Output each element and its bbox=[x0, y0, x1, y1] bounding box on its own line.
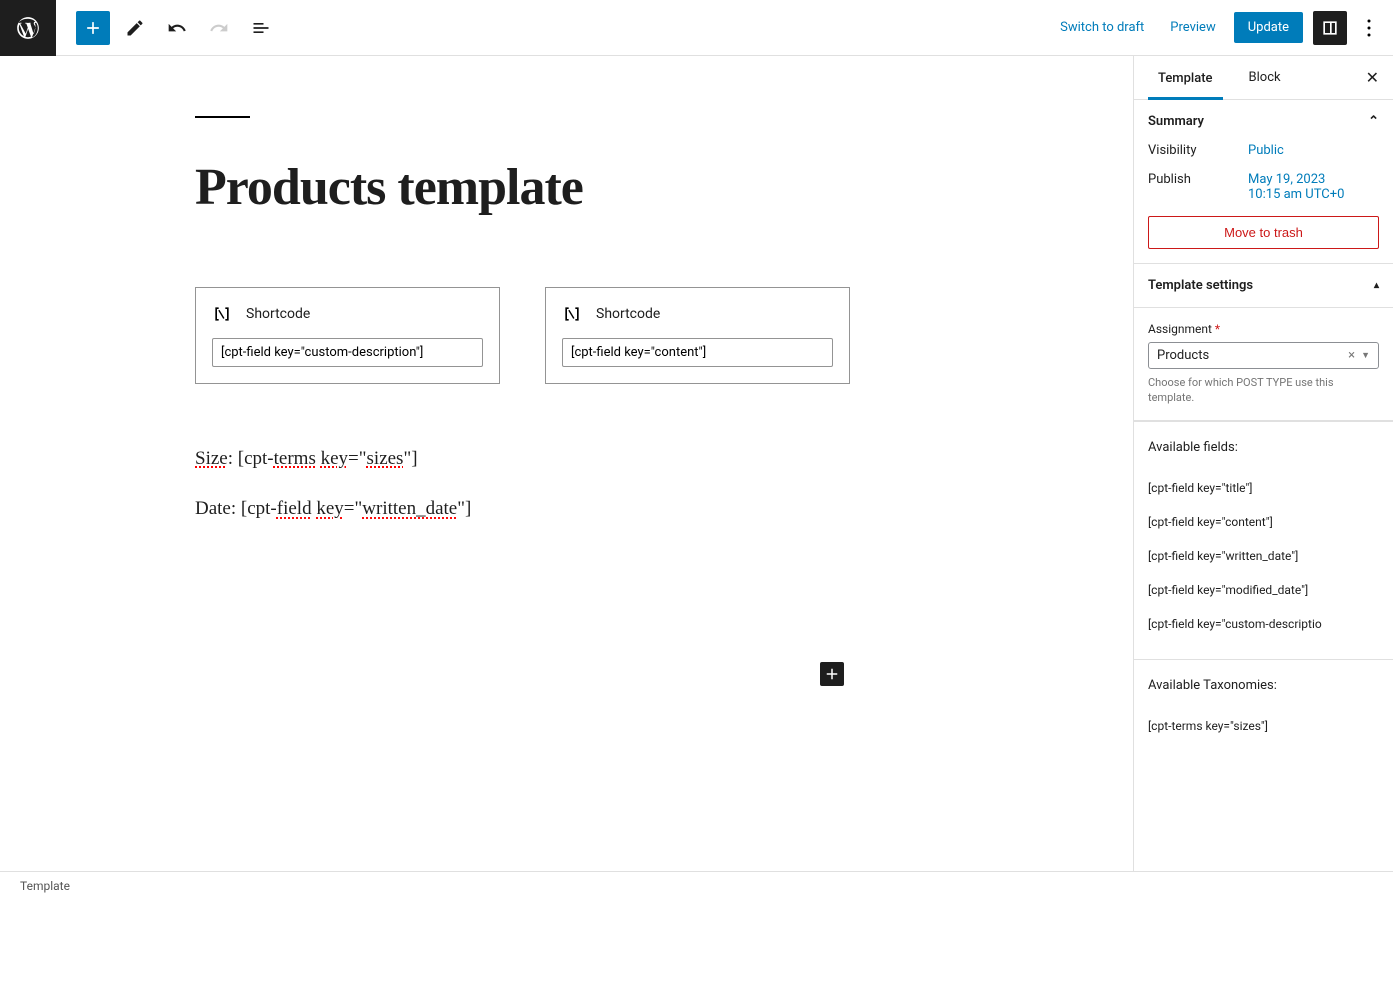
chevron-down-icon: ▼ bbox=[1361, 350, 1370, 361]
tab-block[interactable]: Block bbox=[1239, 56, 1291, 99]
close-sidebar-icon[interactable]: ✕ bbox=[1366, 68, 1379, 87]
toolbar-left bbox=[0, 0, 278, 55]
editor-canvas[interactable]: Products template Shortcode bbox=[0, 56, 1133, 871]
assignment-select[interactable]: Products × ▼ bbox=[1148, 342, 1379, 369]
visibility-value[interactable]: Public bbox=[1248, 143, 1284, 158]
collapse-icon: ▴ bbox=[1374, 280, 1379, 291]
shortcode-icon bbox=[212, 304, 232, 324]
field-item[interactable]: [cpt-field key="written_date"] bbox=[1148, 539, 1379, 573]
assignment-label: Assignment * bbox=[1148, 322, 1379, 336]
available-fields-title: Available fields: bbox=[1148, 440, 1379, 455]
sidebar-tabs: Template Block ✕ bbox=[1134, 56, 1393, 100]
shortcode-input-1[interactable] bbox=[212, 338, 483, 367]
redo-button[interactable] bbox=[202, 11, 236, 45]
assignment-value: Products bbox=[1157, 348, 1209, 363]
shortcode-label: Shortcode bbox=[596, 306, 660, 322]
shortcode-block-1[interactable]: Shortcode bbox=[195, 287, 500, 384]
document-overview-button[interactable] bbox=[244, 11, 278, 45]
assignment-section: Assignment * Products × ▼ Choose for whi… bbox=[1134, 308, 1393, 421]
columns-block[interactable]: Shortcode Shortcode bbox=[195, 287, 1035, 384]
summary-title: Summary bbox=[1148, 114, 1204, 129]
template-settings-title: Template settings bbox=[1148, 278, 1253, 293]
field-item[interactable]: [cpt-field key="content"] bbox=[1148, 505, 1379, 539]
field-item[interactable]: [cpt-field key="title"] bbox=[1148, 471, 1379, 505]
field-item[interactable]: [cpt-field key="modified_date"] bbox=[1148, 573, 1379, 607]
switch-to-draft-button[interactable]: Switch to draft bbox=[1052, 14, 1152, 41]
settings-sidebar: Template Block ✕ Summary ⌃ Visibility Pu… bbox=[1133, 56, 1393, 871]
move-to-trash-button[interactable]: Move to trash bbox=[1148, 216, 1379, 249]
preview-button[interactable]: Preview bbox=[1162, 14, 1223, 41]
clear-icon[interactable]: × bbox=[1348, 348, 1355, 363]
taxonomy-item[interactable]: [cpt-terms key="sizes"] bbox=[1148, 709, 1379, 743]
paragraph-block-2[interactable]: Date: [cpt-field key="written_date"] bbox=[195, 494, 1035, 524]
field-item[interactable]: [cpt-field key="custom-descriptio bbox=[1148, 607, 1379, 641]
available-taxonomies-title: Available Taxonomies: bbox=[1148, 678, 1379, 693]
toolbar-right: Switch to draft Preview Update bbox=[1052, 11, 1393, 45]
template-settings-header[interactable]: Template settings ▴ bbox=[1134, 264, 1393, 308]
shortcode-block-2[interactable]: Shortcode bbox=[545, 287, 850, 384]
summary-panel-header[interactable]: Summary ⌃ bbox=[1134, 100, 1393, 143]
tab-template[interactable]: Template bbox=[1148, 57, 1223, 100]
wordpress-logo[interactable] bbox=[0, 0, 56, 56]
shortcode-input-2[interactable] bbox=[562, 338, 833, 367]
chevron-up-icon: ⌃ bbox=[1368, 114, 1379, 129]
shortcode-label: Shortcode bbox=[246, 306, 310, 322]
title-separator bbox=[195, 116, 250, 118]
page-title[interactable]: Products template bbox=[195, 158, 1035, 217]
publish-label: Publish bbox=[1148, 172, 1248, 202]
shortcode-icon bbox=[562, 304, 582, 324]
main-area: Products template Shortcode bbox=[0, 56, 1393, 871]
available-taxonomies-section: Available Taxonomies: [cpt-terms key="si… bbox=[1134, 659, 1393, 761]
paragraph-block-1[interactable]: Size: [cpt-terms key="sizes"] bbox=[195, 444, 1035, 474]
summary-panel: Summary ⌃ Visibility Public Publish May … bbox=[1134, 100, 1393, 264]
add-block-inline-button[interactable] bbox=[820, 662, 844, 686]
more-options-button[interactable] bbox=[1357, 11, 1381, 45]
update-button[interactable]: Update bbox=[1234, 12, 1303, 43]
undo-button[interactable] bbox=[160, 11, 194, 45]
footer-breadcrumb: Template bbox=[0, 871, 1393, 899]
visibility-label: Visibility bbox=[1148, 143, 1248, 158]
add-block-button[interactable] bbox=[76, 11, 110, 45]
available-fields-section: Available fields: [cpt-field key="title"… bbox=[1134, 421, 1393, 659]
settings-toggle-button[interactable] bbox=[1313, 11, 1347, 45]
top-toolbar: Switch to draft Preview Update bbox=[0, 0, 1393, 56]
assignment-help: Choose for which POST TYPE use this temp… bbox=[1148, 375, 1379, 406]
tools-button[interactable] bbox=[118, 11, 152, 45]
publish-value[interactable]: May 19, 2023 10:15 am UTC+0 bbox=[1248, 172, 1344, 202]
breadcrumb-item[interactable]: Template bbox=[20, 879, 70, 893]
